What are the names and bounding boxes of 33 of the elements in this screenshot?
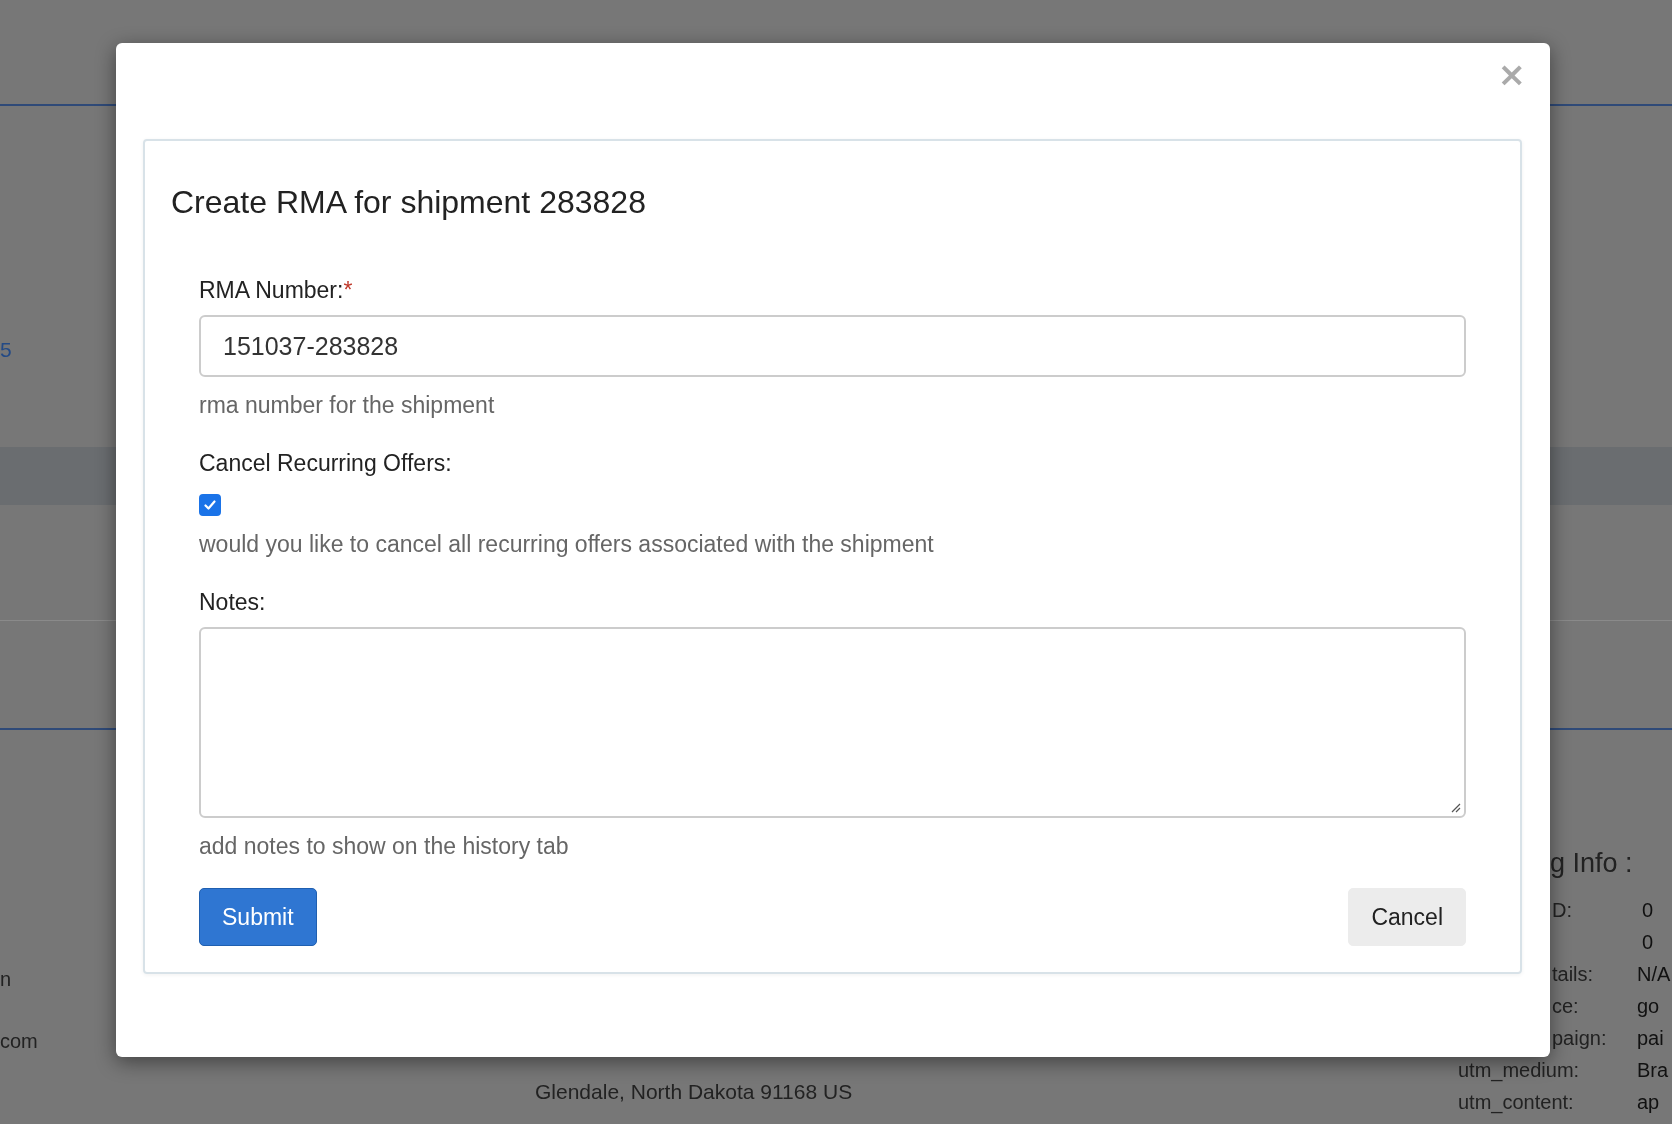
submit-button[interactable]: Submit (199, 888, 317, 946)
info-value: go (1637, 995, 1660, 1018)
info-label: ce: (1552, 995, 1579, 1018)
help-text: would you like to cancel all recurring offers associated with the shipment (199, 531, 934, 557)
required-mark: * (343, 277, 353, 303)
input-field[interactable]: 151037-283828 (199, 315, 1466, 377)
text-fragment: n (0, 968, 12, 991)
resize-handle-icon[interactable] (1449, 801, 1461, 813)
info-label: utm_medium: (1458, 1059, 1580, 1082)
field-label: Cancel Recurring Offers: (199, 450, 452, 476)
info-label: tails: (1552, 963, 1594, 986)
info-value: N/A (1637, 963, 1671, 986)
info-label: D: (1552, 899, 1572, 922)
notes-field[interactable] (199, 627, 1466, 818)
close-button[interactable]: × (1493, 57, 1530, 91)
info-value: Bra (1637, 1059, 1669, 1082)
help-text: rma number for the shipment (199, 392, 495, 418)
form-title: Create RMA for shipment 283828 (171, 184, 647, 221)
text-fragment: com (0, 1030, 38, 1053)
field-label: RMA Number:* (199, 277, 353, 303)
info-value: 0 (1642, 899, 1654, 922)
field-label: Notes: (199, 589, 266, 615)
info-value: 0 (1642, 931, 1654, 954)
checkbox[interactable] (199, 494, 221, 516)
info-value: pai (1637, 1027, 1664, 1050)
address-line: Glendale, North Dakota 91168 US (535, 1080, 853, 1104)
section-heading: g Info : (1550, 848, 1633, 879)
help-text: add notes to show on the history tab (199, 833, 569, 859)
cancel-button[interactable]: Cancel (1348, 888, 1466, 946)
checkmark-icon (202, 497, 218, 513)
info-value: ap (1637, 1091, 1660, 1114)
info-label: utm_content: (1458, 1091, 1574, 1114)
info-label: paign: (1552, 1027, 1607, 1050)
